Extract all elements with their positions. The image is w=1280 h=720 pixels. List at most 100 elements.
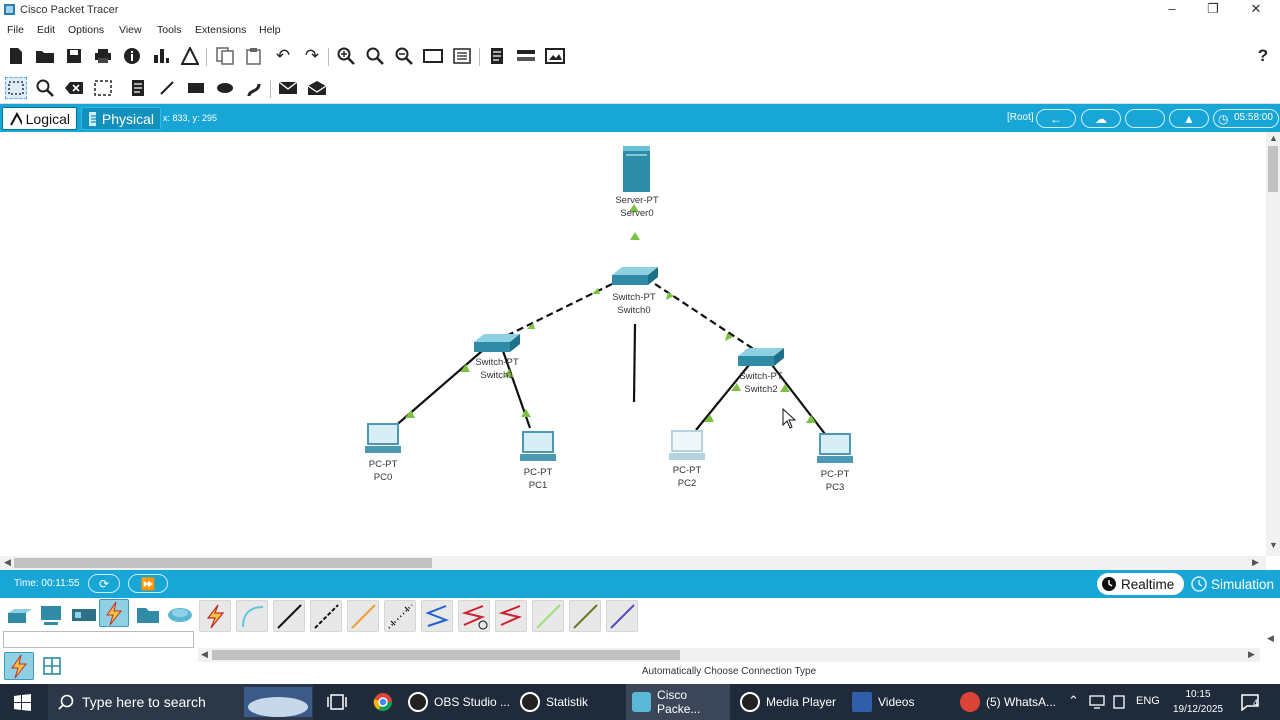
drawing-palette-icon[interactable]	[422, 45, 444, 67]
fiber-cable-button[interactable]	[347, 600, 379, 632]
freeform-icon[interactable]	[243, 77, 265, 99]
usb-cable-button[interactable]	[606, 600, 638, 632]
workspace-vertical-scrollbar[interactable]: ▲ ▼	[1266, 132, 1280, 556]
menu-edit[interactable]: Edit	[37, 24, 55, 36]
taskbar-app-statistik[interactable]: Statistik	[520, 684, 618, 720]
open-folder-icon[interactable]	[34, 45, 56, 67]
panel-scroll-right-icon[interactable]: ▶	[1248, 649, 1255, 660]
minimize-button[interactable]: –	[1152, 0, 1192, 20]
simple-pdu-icon[interactable]	[277, 77, 299, 99]
serial-dce-cable-button[interactable]	[458, 600, 490, 632]
device-search-input[interactable]	[3, 631, 194, 648]
scroll-right-icon[interactable]: ▶	[1252, 557, 1259, 568]
panel-scroll-left-icon[interactable]: ◀	[201, 649, 208, 660]
link-server0-switch0[interactable]	[632, 323, 637, 403]
tab-physical[interactable]: Physical	[81, 107, 161, 130]
menu-view[interactable]: View	[119, 24, 142, 36]
scroll-down-icon[interactable]: ▼	[1269, 540, 1278, 550]
device-panel-scrollbar[interactable]: ◀ ▶	[198, 648, 1260, 662]
panel-collapse-icon[interactable]: ◀	[1267, 633, 1274, 644]
workspace-horizontal-scrollbar[interactable]: ◀ ▶	[0, 556, 1266, 570]
horizontal-scroll-thumb[interactable]	[14, 558, 432, 568]
multiuser-category-icon[interactable]	[166, 603, 194, 627]
coaxial-cable-button[interactable]	[421, 600, 453, 632]
menu-file[interactable]: File	[7, 24, 24, 36]
taskbar-app-obs[interactable]: OBS Studio ...	[408, 684, 518, 720]
tray-chevron-icon[interactable]: ⌃	[1068, 693, 1079, 709]
panel-scroll-thumb[interactable]	[212, 650, 680, 660]
iot-cable-button[interactable]	[569, 600, 601, 632]
end-devices-category-icon[interactable]	[38, 603, 66, 627]
root-breadcrumb[interactable]: [Root]	[1007, 112, 1034, 123]
octal-cable-button[interactable]	[532, 600, 564, 632]
draw-line-icon[interactable]	[156, 77, 178, 99]
power-cycle-button[interactable]: ⟳	[88, 574, 120, 593]
pc3-device[interactable]	[817, 433, 853, 463]
cluster-pill[interactable]: ☁	[1081, 109, 1121, 128]
wifi-tray-icon[interactable]	[1112, 695, 1126, 709]
scroll-up-icon[interactable]: ▲	[1269, 133, 1278, 143]
realtime-mode-button[interactable]: Realtime	[1097, 573, 1184, 595]
save-icon[interactable]	[63, 45, 85, 67]
taskbar-app-media-player[interactable]: Media Player	[740, 684, 844, 720]
info-icon[interactable]	[121, 45, 143, 67]
menu-extensions[interactable]: Extensions	[195, 24, 246, 36]
paste-icon[interactable]	[243, 45, 265, 67]
network-tray-icon[interactable]	[1089, 695, 1105, 709]
note-icon[interactable]	[486, 45, 508, 67]
restore-button[interactable]: ❐	[1193, 0, 1233, 20]
custom-device-icon[interactable]	[451, 45, 473, 67]
back-pill[interactable]: ←	[1036, 109, 1076, 128]
tray-clock[interactable]: 10:15 19/12/2025	[1170, 687, 1226, 717]
phone-cable-button[interactable]	[384, 600, 416, 632]
help-icon[interactable]: ?	[1252, 45, 1274, 67]
select-tool-icon[interactable]	[5, 77, 27, 99]
taskbar-app-whatsapp[interactable]: (5) WhatsA...	[960, 684, 1058, 720]
console-cable-button[interactable]	[236, 600, 268, 632]
server0-device[interactable]	[623, 146, 650, 192]
language-indicator[interactable]: ENG	[1136, 695, 1160, 707]
pc1-device[interactable]	[520, 431, 556, 461]
network-info-icon[interactable]	[150, 45, 172, 67]
copy-icon[interactable]	[214, 45, 236, 67]
fast-forward-button[interactable]: ⏩	[128, 574, 168, 593]
misc-category-icon[interactable]	[134, 603, 162, 627]
menu-help[interactable]: Help	[259, 24, 281, 36]
task-view-icon[interactable]	[327, 693, 347, 711]
crossover-cable-button[interactable]	[310, 600, 342, 632]
tab-logical[interactable]: Logical	[2, 107, 77, 130]
windows-start-icon[interactable]	[14, 694, 31, 711]
grid-view-icon[interactable]	[43, 657, 61, 675]
print-icon[interactable]	[92, 45, 114, 67]
activity-wizard-icon[interactable]	[179, 45, 201, 67]
viewport-pill[interactable]	[1125, 109, 1165, 128]
undo-icon[interactable]: ↶	[272, 45, 294, 67]
taskbar-app-videos[interactable]: Videos	[852, 684, 952, 720]
cluster-icon[interactable]	[515, 45, 537, 67]
straight-through-cable-button[interactable]	[273, 600, 305, 632]
pc2-device[interactable]	[669, 430, 705, 460]
complex-pdu-icon[interactable]	[306, 77, 328, 99]
zoom-out-icon[interactable]	[393, 45, 415, 67]
screenshot-icon[interactable]	[544, 45, 566, 67]
connections-subcategory-button[interactable]	[4, 652, 34, 680]
draw-rectangle-icon[interactable]	[185, 77, 207, 99]
connections-category-button[interactable]	[99, 599, 129, 627]
scroll-left-icon[interactable]: ◀	[4, 557, 11, 568]
switch2-device[interactable]	[738, 348, 784, 366]
menu-options[interactable]: Options	[68, 24, 104, 36]
network-devices-category-icon[interactable]	[6, 603, 34, 627]
auto-connection-button[interactable]	[199, 600, 231, 632]
delete-icon[interactable]	[63, 77, 85, 99]
place-note-icon[interactable]	[127, 77, 149, 99]
simulation-mode-button[interactable]: Simulation	[1187, 573, 1279, 595]
switch0-device[interactable]	[612, 267, 658, 285]
background-pill[interactable]: ▲	[1169, 109, 1209, 128]
chrome-icon[interactable]	[373, 692, 393, 712]
inspect-icon[interactable]	[34, 77, 56, 99]
switch1-device[interactable]	[474, 334, 520, 352]
logical-workspace[interactable]: Server-PT Server0 Switch-PT Switch0 Switch…	[0, 132, 1266, 556]
close-button[interactable]: ✕	[1236, 0, 1276, 20]
pc0-device[interactable]	[365, 423, 401, 453]
redo-icon[interactable]: ↷	[301, 45, 323, 67]
